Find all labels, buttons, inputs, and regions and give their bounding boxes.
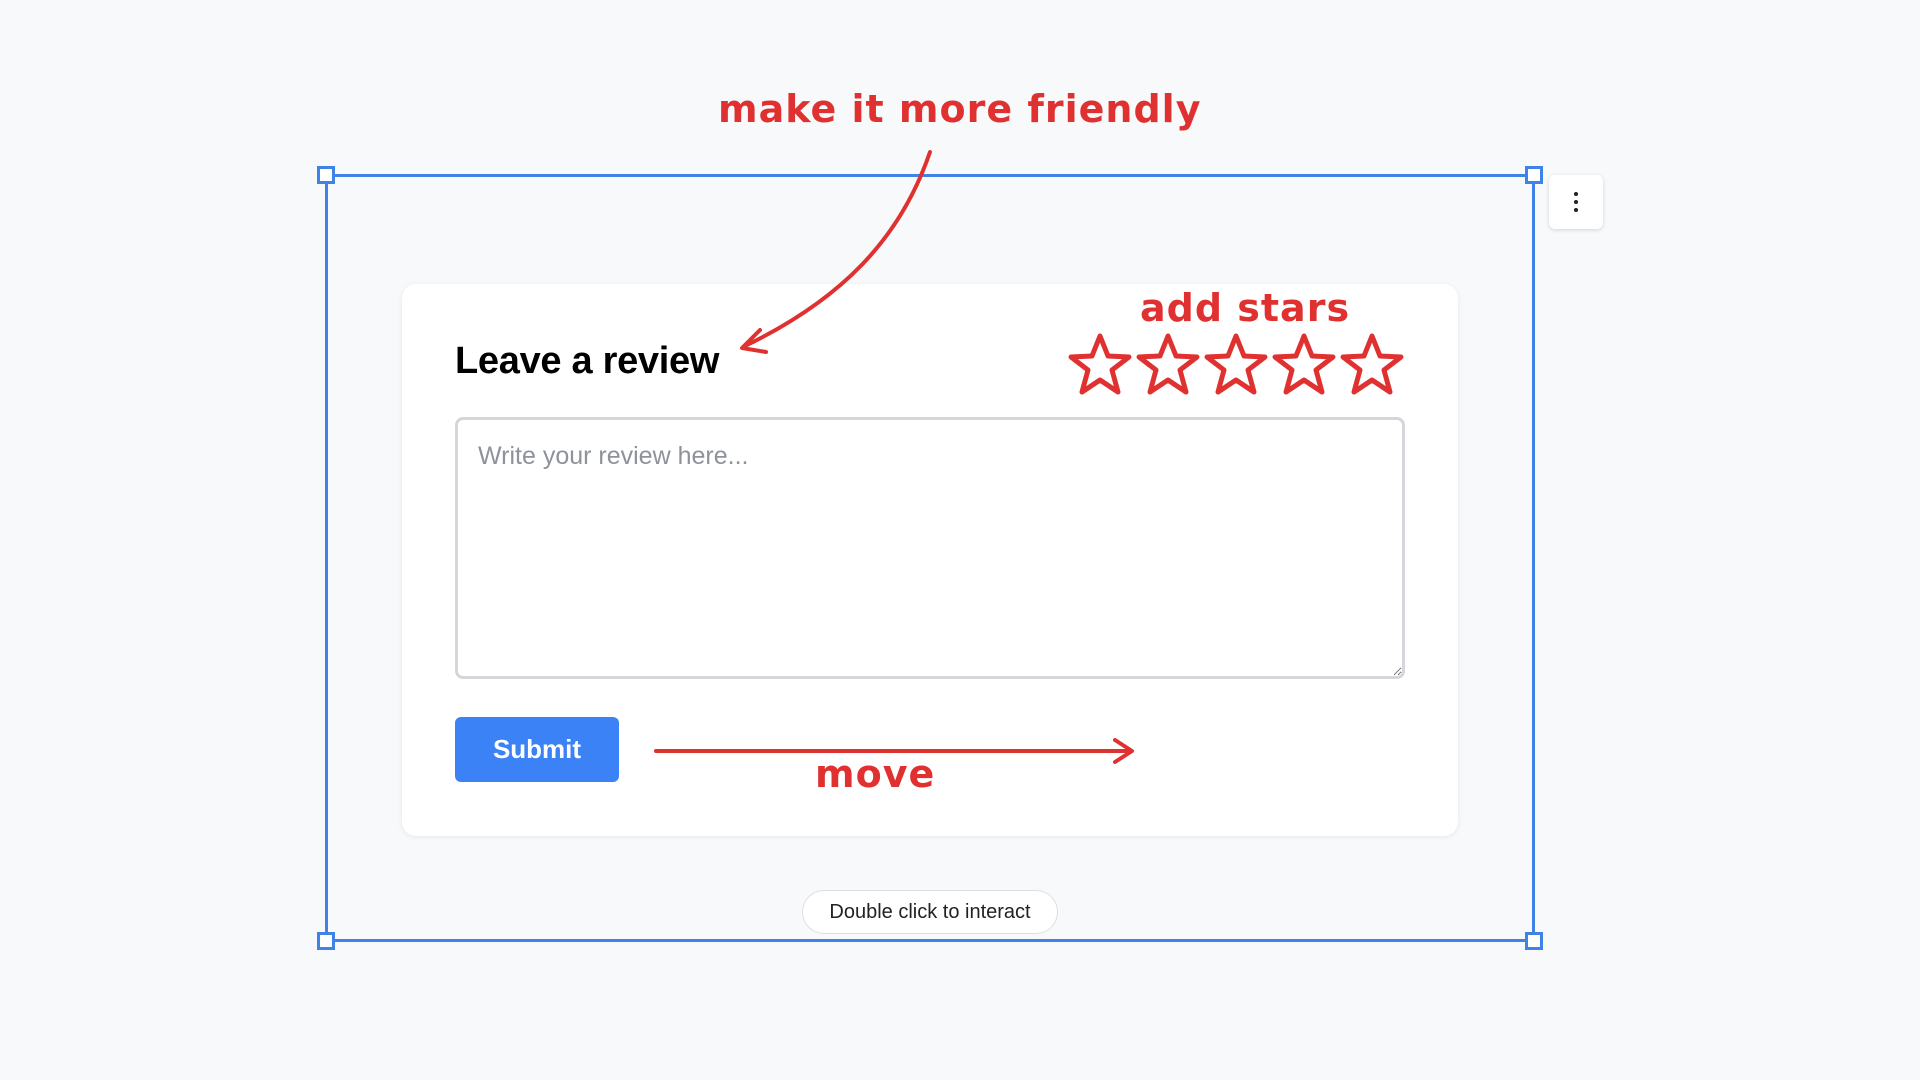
star-outline-icon [1272,333,1336,395]
resize-handle-bottom-left[interactable] [317,932,335,950]
star-outline-icon [1204,333,1268,395]
annotation-friendly: make it more friendly [718,87,1202,131]
review-textarea[interactable] [455,417,1405,679]
star-outline-icon [1136,333,1200,395]
review-title: Leave a review [455,340,720,382]
double-click-hint: Double click to interact [802,890,1058,934]
design-canvas[interactable]: Leave a review Submit Double click to in… [0,0,1920,1080]
double-click-hint-label: Double click to interact [829,900,1031,923]
resize-handle-top-right[interactable] [1525,166,1543,184]
star-outline-icon [1068,333,1132,395]
stars-row [1068,332,1404,398]
submit-button[interactable]: Submit [455,717,619,782]
annotation-stars: add stars [1140,286,1351,330]
resize-handle-bottom-right[interactable] [1525,932,1543,950]
resize-handle-top-left[interactable] [317,166,335,184]
annotation-move: move [815,752,936,796]
kebab-menu-icon [1574,192,1578,212]
star-outline-icon [1340,333,1404,395]
options-menu-button[interactable] [1549,175,1603,229]
